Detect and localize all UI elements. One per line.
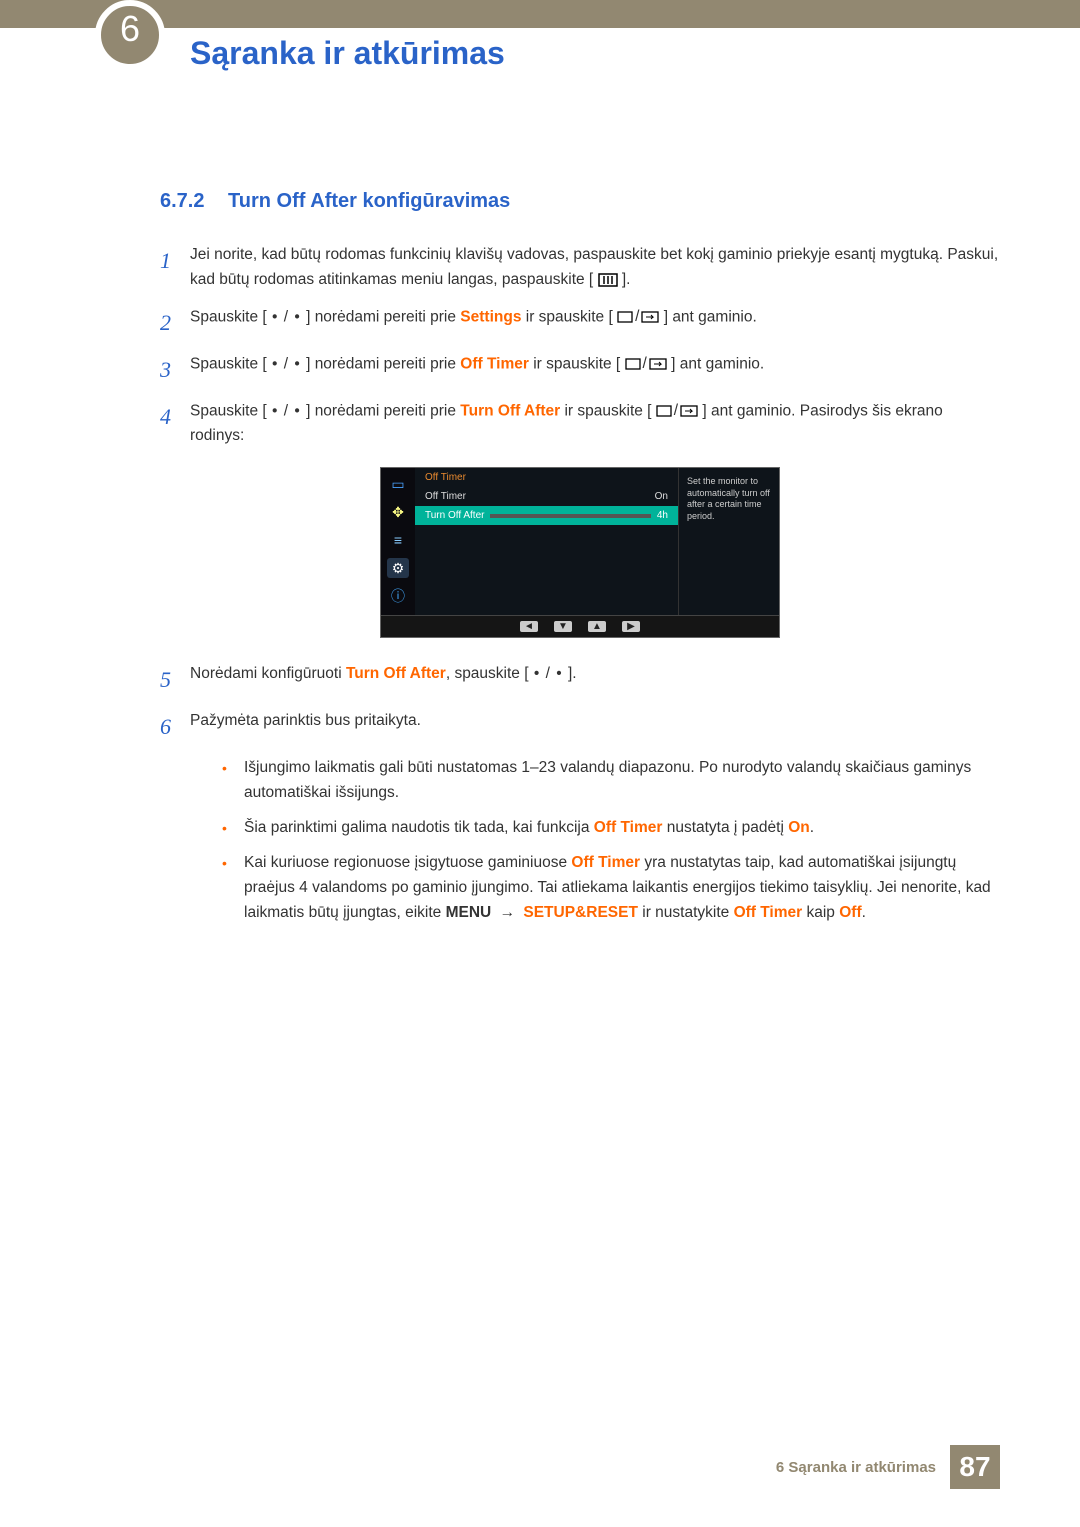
notes-block: • Išjungimo laikmatis gali būti nustatom…	[222, 756, 1000, 925]
step-number: 1	[160, 243, 190, 293]
bullet-icon: •	[222, 816, 244, 841]
osd-panel: ▭ ✥ ≡ ⚙ ⓘ Off Timer Off Timer On Turn Of…	[380, 467, 780, 638]
enter-return-icon: /	[656, 399, 698, 424]
step-number: 3	[160, 352, 190, 387]
section-heading: 6.7.2 Turn Off After konfigūravimas	[160, 190, 1000, 213]
nav-down-icon: ▼	[554, 621, 572, 632]
osd-screenshot: ▭ ✥ ≡ ⚙ ⓘ Off Timer Off Timer On Turn Of…	[160, 467, 1000, 638]
chapter-title-bar: 6 Sąranka ir atkūrimas	[0, 28, 1080, 78]
arrows-icon: ✥	[387, 502, 409, 522]
step-body: Norėdami konfigūruoti Turn Off After, sp…	[190, 662, 1000, 697]
arrow-right-icon: →	[500, 904, 516, 921]
osd-row-value: 4h	[657, 510, 668, 521]
step-body: Pažymėta parinktis bus pritaikyta.	[190, 709, 1000, 744]
step-4: 4 Spauskite [ • / • ] norėdami pereiti p…	[160, 399, 1000, 449]
monitor-icon: ▭	[387, 474, 409, 494]
nav-up-icon: ▲	[588, 621, 606, 632]
highlight-turnoffafter: Turn Off After	[460, 402, 560, 419]
step-number: 2	[160, 305, 190, 340]
note-item: • Kai kuriuose regionuose įsigytuose gam…	[222, 851, 1000, 925]
section-title: Turn Off After konfigūravimas	[228, 190, 510, 212]
chapter-title: Sąranka ir atkūrimas	[190, 35, 505, 72]
step-1: 1 Jei norite, kad būtų rodomas funkcinių…	[160, 243, 1000, 293]
info-icon: ⓘ	[387, 586, 409, 606]
step-body: Spauskite [ • / • ] norėdami pereiti pri…	[190, 352, 1000, 387]
step-number: 4	[160, 399, 190, 449]
osd-row-label: Off Timer	[425, 491, 466, 502]
dot-slash-dot-icon: • / •	[267, 308, 306, 325]
osd-row-label: Turn Off After	[425, 510, 484, 521]
osd-sidebar: ▭ ✥ ≡ ⚙ ⓘ	[381, 468, 415, 615]
enter-return-icon: /	[617, 305, 659, 330]
chapter-number-badge: 6	[95, 0, 165, 70]
note-item: • Išjungimo laikmatis gali būti nustatom…	[222, 756, 1000, 806]
osd-slider	[490, 514, 650, 518]
note-item: • Šia parinktimi galima naudotis tik tad…	[222, 816, 1000, 841]
step-body: Spauskite [ • / • ] norėdami pereiti pri…	[190, 399, 1000, 449]
bullet-icon: •	[222, 851, 244, 925]
chapter-number: 6	[120, 8, 140, 50]
note-body: Šia parinktimi galima naudotis tik tada,…	[244, 816, 1000, 841]
footer-chapter-label: 6 Sąranka ir atkūrimas	[776, 1459, 936, 1476]
dot-slash-dot-icon: • / •	[267, 355, 306, 372]
list-icon: ≡	[387, 530, 409, 550]
notes-list: • Išjungimo laikmatis gali būti nustatom…	[222, 756, 1000, 925]
enter-return-icon: /	[625, 352, 667, 377]
section-number: 6.7.2	[160, 190, 204, 212]
osd-center: Off Timer Off Timer On Turn Off After 4h	[415, 468, 679, 615]
step-3: 3 Spauskite [ • / • ] norėdami pereiti p…	[160, 352, 1000, 387]
nav-left-icon: ◄	[520, 621, 538, 632]
highlight-settings: Settings	[460, 308, 521, 325]
dot-slash-dot-icon: • / •	[267, 402, 306, 419]
gear-icon: ⚙	[387, 558, 409, 578]
menu-icon	[598, 273, 618, 287]
step-6: 6 Pažymėta parinktis bus pritaikyta.	[160, 709, 1000, 744]
step-number: 6	[160, 709, 190, 744]
osd-row-value: On	[655, 491, 668, 502]
osd-nav-bar: ◄ ▼ ▲ ▶	[381, 615, 779, 637]
osd-row-turnoffafter: Turn Off After 4h	[415, 506, 678, 525]
highlight-offtimer: Off Timer	[460, 355, 529, 372]
step-body: Jei norite, kad būtų rodomas funkcinių k…	[190, 243, 1000, 293]
osd-menu-title: Off Timer	[415, 468, 678, 487]
dot-slash-dot-icon: • / •	[529, 665, 568, 682]
highlight-turnoffafter: Turn Off After	[346, 665, 446, 682]
step-number: 5	[160, 662, 190, 697]
note-body: Kai kuriuose regionuose įsigytuose gamin…	[244, 851, 1000, 925]
osd-row-offtimer: Off Timer On	[415, 487, 678, 506]
step-2: 2 Spauskite [ • / • ] norėdami pereiti p…	[160, 305, 1000, 340]
nav-right-icon: ▶	[622, 621, 640, 632]
page-footer: 6 Sąranka ir atkūrimas 87	[776, 1445, 1000, 1489]
step-list: 1 Jei norite, kad būtų rodomas funkcinių…	[160, 243, 1000, 449]
footer-page-number: 87	[950, 1445, 1000, 1489]
osd-tooltip: Set the monitor to automatically turn of…	[679, 468, 779, 615]
note-body: Išjungimo laikmatis gali būti nustatomas…	[244, 756, 1000, 806]
page-content: 6.7.2 Turn Off After konfigūravimas 1 Je…	[0, 70, 1080, 926]
step-list-continued: 5 Norėdami konfigūruoti Turn Off After, …	[160, 662, 1000, 744]
step-5: 5 Norėdami konfigūruoti Turn Off After, …	[160, 662, 1000, 697]
bullet-icon: •	[222, 756, 244, 806]
step-body: Spauskite [ • / • ] norėdami pereiti pri…	[190, 305, 1000, 340]
